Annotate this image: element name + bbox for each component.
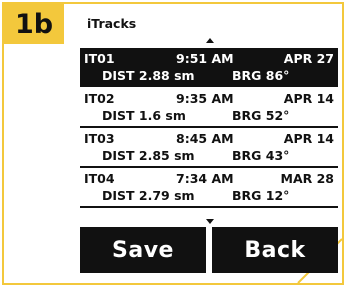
track-date: APR 14 <box>283 91 334 106</box>
button-bar: Save Back <box>80 227 338 273</box>
track-distance: DIST 2.79 sm <box>102 188 195 203</box>
track-date: APR 14 <box>283 131 334 146</box>
save-button[interactable]: Save <box>80 227 206 273</box>
track-time: 9:51 AM <box>176 51 234 66</box>
track-bearing: BRG 52° <box>232 108 290 123</box>
track-list: IT01 9:51 AM APR 27 DIST 2.88 sm BRG 86°… <box>80 48 338 208</box>
track-row[interactable]: IT01 9:51 AM APR 27 DIST 2.88 sm BRG 86° <box>80 48 338 87</box>
track-date: APR 27 <box>283 51 334 66</box>
track-bearing: BRG 86° <box>232 68 290 83</box>
track-time: 9:35 AM <box>176 91 234 106</box>
row-divider <box>80 206 338 208</box>
scroll-down-icon[interactable] <box>206 219 214 224</box>
track-bearing: BRG 43° <box>232 148 290 163</box>
screen-title: iTracks <box>87 16 137 31</box>
track-distance: DIST 2.85 sm <box>102 148 195 163</box>
scroll-up-icon[interactable] <box>206 38 214 43</box>
track-id: IT04 <box>84 171 115 186</box>
track-id: IT02 <box>84 91 115 106</box>
figure-frame: 1b iTracks IT01 9:51 AM APR 27 DIST 2.88… <box>2 2 344 285</box>
track-distance: DIST 2.88 sm <box>102 68 195 83</box>
track-distance: DIST 1.6 sm <box>102 108 186 123</box>
track-row[interactable]: IT03 8:45 AM APR 14 DIST 2.85 sm BRG 43° <box>80 128 338 168</box>
device-screen: iTracks IT01 9:51 AM APR 27 DIST 2.88 sm… <box>80 14 338 276</box>
track-row[interactable]: IT04 7:34 AM MAR 28 DIST 2.79 sm BRG 12° <box>80 168 338 208</box>
track-id: IT01 <box>84 51 115 66</box>
track-time: 8:45 AM <box>176 131 234 146</box>
track-date: MAR 28 <box>280 171 335 186</box>
track-bearing: BRG 12° <box>232 188 290 203</box>
track-time: 7:34 AM <box>176 171 234 186</box>
step-badge: 1b <box>4 4 64 44</box>
back-button[interactable]: Back <box>212 227 338 273</box>
track-row[interactable]: IT02 9:35 AM APR 14 DIST 1.6 sm BRG 52° <box>80 88 338 128</box>
track-id: IT03 <box>84 131 115 146</box>
